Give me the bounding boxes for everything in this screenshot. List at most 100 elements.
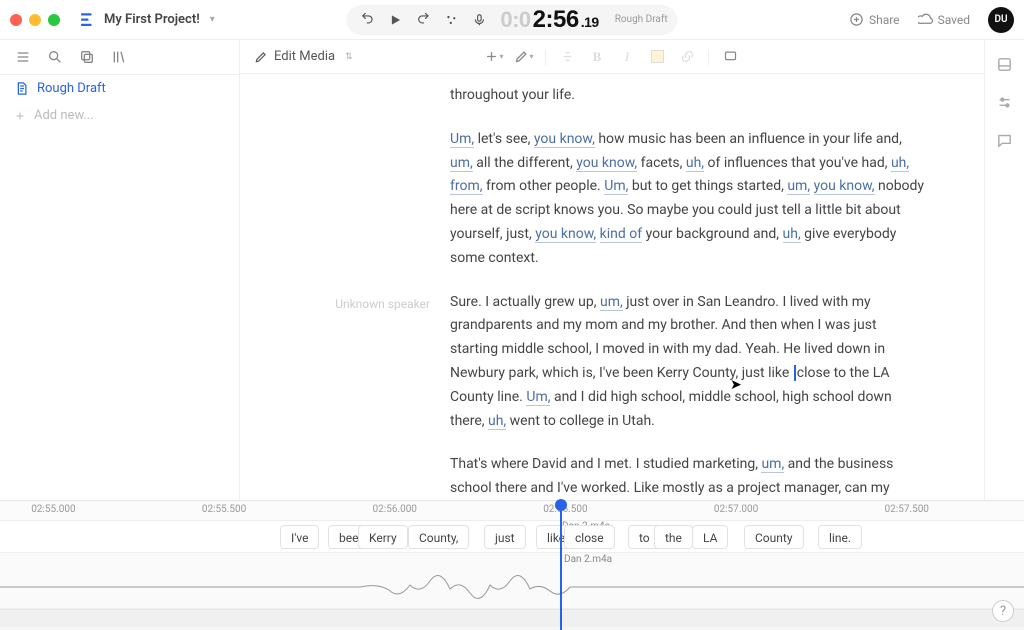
filler-word: Um, (526, 389, 550, 406)
timeline-word[interactable]: just (484, 525, 526, 549)
highlighter-button[interactable]: ▾ (511, 45, 537, 69)
timeline-word[interactable]: County, (408, 525, 469, 549)
minimize-window-icon[interactable] (29, 14, 41, 26)
filler-word: Um, (450, 131, 474, 148)
sidebar: Rough Draft Add new... (0, 40, 240, 500)
right-rail (984, 40, 1024, 500)
time-centis: .19 (581, 14, 599, 30)
app-logo-icon (78, 11, 96, 29)
transcript[interactable]: throughout your life. Um, let's see, you… (240, 74, 984, 500)
sidebar-icon-row (0, 40, 239, 74)
saved-label: Saved (938, 13, 970, 27)
transcript-paragraph[interactable]: Sure. I actually grew up, um, just over … (450, 291, 928, 434)
panel-sliders-icon[interactable] (995, 92, 1015, 112)
main-area: Rough Draft Add new... Edit Media ⇅ ▾ ▾ … (0, 40, 1024, 500)
filler-word: uh, (783, 226, 801, 243)
share-button[interactable]: Share (849, 12, 900, 27)
sidebar-item-rough-draft[interactable]: Rough Draft (0, 75, 239, 102)
timeline-tick: 02:56.000 (373, 504, 417, 515)
titlebar-right: Share Saved DU (849, 7, 1014, 33)
link-button[interactable] (674, 45, 700, 69)
composition-chip[interactable]: Rough Draft (615, 15, 668, 25)
title-bar: My First Project! ▾ 0:0 2:56 .19 Rough D… (0, 0, 1024, 40)
bold-button[interactable]: B (584, 45, 610, 69)
plus-dropdown-button[interactable]: ▾ (481, 45, 507, 69)
panel-properties-icon[interactable] (995, 54, 1015, 74)
timeline-tick: 02:55.000 (31, 504, 75, 515)
transcript-paragraph[interactable]: Um, let's see, you know, how music has b… (450, 128, 928, 271)
mic-button[interactable] (468, 9, 490, 31)
transcript-partial-top: throughout your life. (450, 84, 928, 108)
play-button[interactable] (384, 9, 406, 31)
panel-comments-icon[interactable] (995, 130, 1015, 150)
timeline-tick: 02:57.000 (714, 504, 758, 515)
window-controls (10, 14, 60, 26)
timeline-word[interactable]: the (654, 525, 693, 549)
redo-button[interactable] (412, 9, 434, 31)
timeline-ruler[interactable]: 02:55.00002:55.50002:56.00002:56.50002:5… (0, 501, 1024, 521)
hamburger-icon[interactable] (14, 48, 32, 66)
timeline-word[interactable]: LA (692, 525, 728, 549)
project-title[interactable]: My First Project! (104, 12, 200, 27)
chevron-updown-icon: ⇅ (345, 52, 353, 62)
sidebar-add-label: Add new... (34, 108, 94, 123)
project-dropdown-icon[interactable]: ▾ (210, 14, 215, 25)
saved-indicator: Saved (918, 12, 970, 27)
time-prefix: 0:0 (500, 7, 530, 33)
color-swatch-button[interactable] (644, 45, 670, 69)
avatar[interactable]: DU (988, 7, 1014, 33)
filler-word: um, (600, 294, 623, 311)
share-label: Share (869, 13, 900, 27)
filler-word: Um, (604, 178, 628, 195)
composition-chip-label: Rough Draft (615, 15, 668, 25)
timeline-word[interactable]: Kerry (358, 525, 408, 549)
transcript-paragraph[interactable]: That's where David and I met. I studied … (450, 453, 928, 500)
editor-toolbar: Edit Media ⇅ ▾ ▾ B I (240, 40, 984, 74)
close-window-icon[interactable] (10, 14, 22, 26)
filler-word: uh, (686, 155, 704, 172)
time-main: 2:56 (533, 6, 579, 34)
text-cursor (794, 365, 796, 381)
sidebar-item-label: Rough Draft (37, 81, 106, 96)
speaker-label (270, 128, 430, 271)
undo-button[interactable] (356, 9, 378, 31)
editor-format-toolbar: ▾ ▾ B I (481, 45, 743, 69)
timeline-word-track[interactable]: Dan 2.m4a I'vebeenKerryCounty,justlikecl… (0, 521, 1024, 553)
comment-button[interactable] (717, 45, 743, 69)
editor: Edit Media ⇅ ▾ ▾ B I throughout your lif… (240, 40, 984, 500)
sparkle-button[interactable] (440, 9, 462, 31)
filler-word: from, (450, 178, 483, 195)
timeline-word[interactable]: close (564, 525, 615, 549)
timeline-tick: 02:57.500 (885, 504, 929, 515)
sidebar-add-new[interactable]: Add new... (0, 102, 239, 129)
filler-word: you know, (576, 155, 637, 172)
search-icon[interactable] (46, 48, 64, 66)
speaker-label (270, 453, 430, 500)
copy-icon[interactable] (78, 48, 96, 66)
playback-toolbar: 0:0 2:56 .19 Rough Draft (346, 5, 677, 35)
strike-button[interactable] (554, 45, 580, 69)
edit-media-dropdown[interactable]: Edit Media ⇅ (254, 49, 353, 64)
edit-media-label: Edit Media (274, 49, 335, 64)
filler-word: you know, (534, 131, 595, 148)
filler-word: uh, (891, 155, 909, 172)
filler-word: um, (450, 155, 473, 172)
timeline-playhead[interactable] (560, 501, 562, 630)
italic-button[interactable]: I (614, 45, 640, 69)
library-icon[interactable] (110, 48, 128, 66)
help-button[interactable]: ? (992, 600, 1014, 622)
timeline-waveform[interactable] (0, 565, 1024, 609)
timeline-word[interactable]: line. (818, 525, 862, 549)
filler-word: um, (761, 456, 784, 473)
filler-word: kind of (600, 226, 642, 243)
filler-word: you know, (535, 226, 596, 243)
filler-word: uh, (488, 413, 506, 430)
maximize-window-icon[interactable] (48, 14, 60, 26)
filler-word: you know, (814, 178, 875, 195)
timeline-word[interactable]: County (744, 525, 804, 549)
timeline-word[interactable]: I've (280, 525, 319, 549)
timeline[interactable]: 02:55.00002:55.50002:56.00002:56.50002:5… (0, 500, 1024, 630)
speaker-label[interactable]: Unknown speaker (270, 291, 430, 434)
timeline-tick: 02:55.500 (202, 504, 246, 515)
speaker-label (270, 84, 430, 108)
